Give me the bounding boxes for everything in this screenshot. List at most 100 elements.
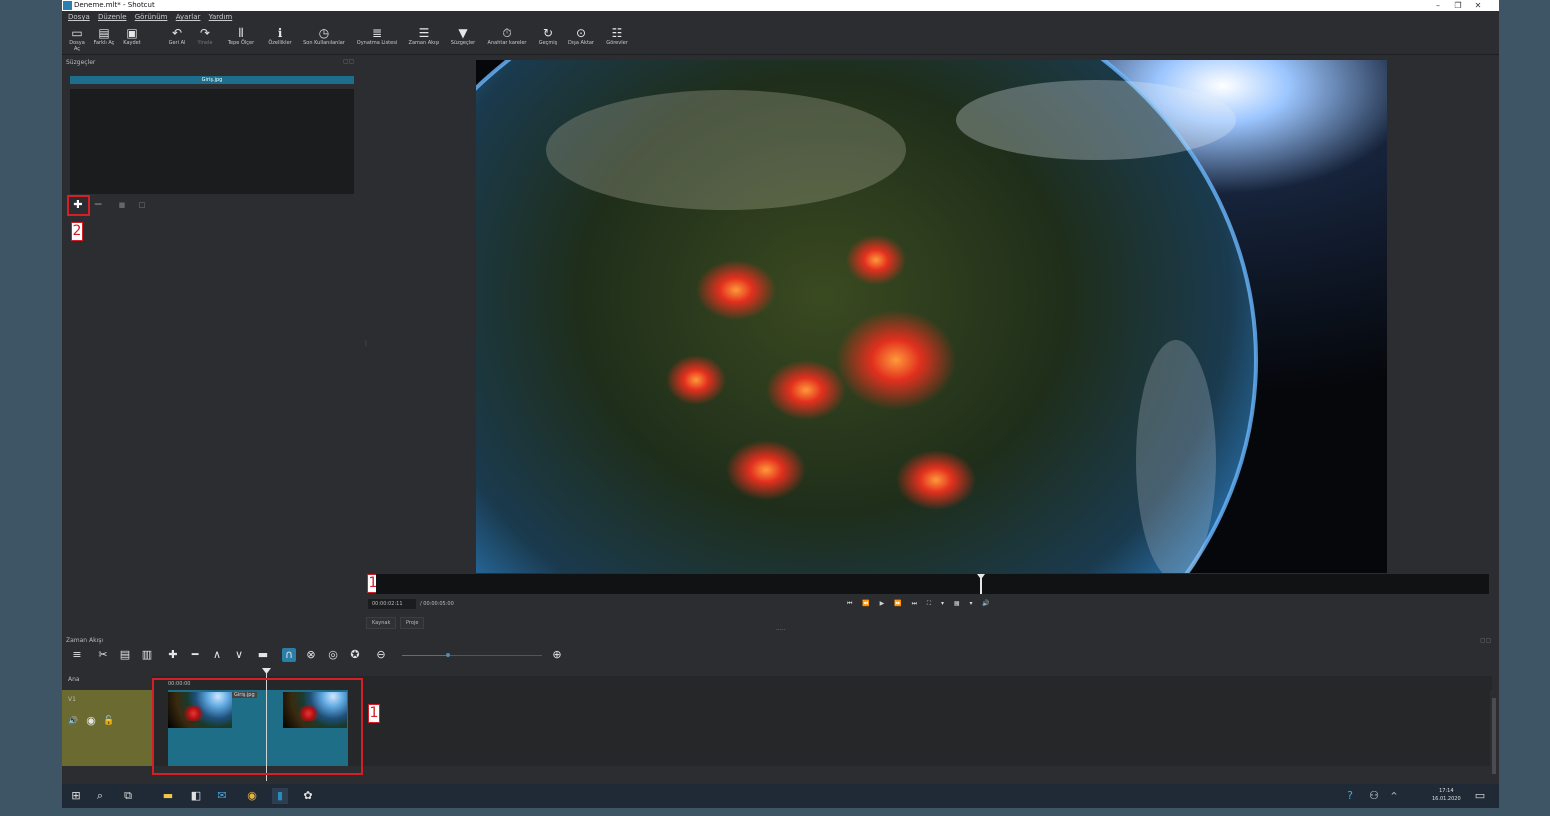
task-view-icon[interactable]: ⧉ [120,788,136,804]
zoom-slider[interactable] [402,655,542,656]
people-icon[interactable]: ⚇ [1366,788,1382,804]
remove-filter-button[interactable]: ━ [90,198,106,212]
peak-meter-button[interactable]: ⫴ Tepe Ölçer [225,26,257,46]
open-other-button[interactable]: ▤ Farklı Aç [92,26,116,46]
player-scrub-bar[interactable] [376,574,1489,594]
clock-date: 16.01.2020 [1432,796,1461,802]
jobs-button[interactable]: ☷ Görevler [602,26,632,46]
toolbar-label: Yinele [197,40,213,46]
player-playhead-icon[interactable] [977,574,985,594]
timeline-playhead-icon[interactable] [262,668,271,675]
history-button[interactable]: ↻ Geçmiş [536,26,560,46]
append-icon[interactable]: ✚ [166,648,180,662]
master-track-label: Ana [68,676,80,683]
app-icon[interactable]: ✿ [300,788,316,804]
menu-bar: Dosya Düzenle Görünüm Ayarlar Yardım [62,11,1499,23]
panel-float-icon[interactable]: ▢▢ [1480,637,1491,644]
ripple-all-icon[interactable]: ✪ [348,648,362,662]
copy-filter-button[interactable]: ▪ [114,198,130,212]
tab-source[interactable]: Kaynak [366,617,397,629]
hide-icon[interactable]: ◉ [84,714,98,728]
toolbar-label: Geri Al [168,40,186,46]
zoom-in-icon[interactable]: ⊕ [550,648,564,662]
cut-icon[interactable]: ✂ [96,648,110,662]
transport-controls[interactable]: ⏮ ⏪ ▶ ⏩ ⏭ ⛶ ▾ ▦ ▾ 🔊 [847,599,994,609]
open-file-button[interactable]: ▭ Dosya Aç [66,26,88,52]
paste-icon[interactable]: ▥ [140,648,154,662]
recent-button[interactable]: ◷ Son Kullanılanlar [300,26,348,46]
undo-button[interactable]: ↶ Geri Al [166,26,188,46]
system-tray-icons[interactable]: ^ ▭ 🔈 [1386,788,1402,808]
filters-button[interactable]: ▼ Süzgeçler [449,26,477,46]
zoom-slider-handle[interactable] [446,653,450,657]
playlist-button[interactable]: ≣ Oynatma Listesi [354,26,400,46]
maximize-button[interactable]: ❐ [1451,0,1465,11]
toolbar-label: Oynatma Listesi [356,40,398,46]
menu-file[interactable]: Dosya [68,13,90,21]
splitter-handle-horizontal[interactable]: ····· [776,627,786,634]
minimize-button[interactable]: – [1431,0,1445,11]
toolbar-label: Anahtar kareler [487,40,527,46]
mute-icon[interactable]: 🔊 [66,714,80,728]
snap-icon[interactable]: ∩ [282,648,296,662]
toolbar-label: Farklı Aç [93,40,115,46]
file-explorer-icon[interactable]: ▬ [160,788,176,804]
track-header-v1[interactable]: V1 🔊 ◉ 🔓 [62,690,152,766]
tab-project[interactable]: Proje [400,617,425,629]
menu-help[interactable]: Yardım [209,13,233,21]
playlist-icon: ≣ [371,26,383,40]
toolbar-label: Dışa Aktar [568,40,594,46]
ripple-icon[interactable]: ◎ [326,648,340,662]
properties-icon: ℹ [277,26,283,40]
redo-icon: ↷ [199,26,211,40]
ripple-delete-icon[interactable]: ━ [188,648,202,662]
history-icon: ↻ [542,26,554,40]
filters-panel-title: Süzgeçler [66,59,96,66]
lift-icon[interactable]: ∧ [210,648,224,662]
shotcut-taskbar-icon[interactable]: ▮ [272,788,288,804]
copy-icon[interactable]: ▤ [118,648,132,662]
open-other-icon: ▤ [98,26,110,40]
filter-list[interactable] [70,89,354,194]
save-icon: ▣ [126,26,138,40]
help-icon[interactable]: ? [1342,788,1358,804]
mail-icon[interactable]: ✉ [214,788,230,804]
keyframes-icon: ⏱ [502,26,512,40]
overwrite-icon[interactable]: ∨ [232,648,246,662]
export-button[interactable]: ⊙ Dışa Aktar [566,26,596,46]
main-toolbar: ▭ Dosya Aç ▤ Farklı Aç ▣ Kaydet ↶ Geri Al ↷ Y… [62,24,1499,55]
search-icon[interactable]: ⌕ [92,788,108,804]
panel-float-icon[interactable]: ▢▢ [343,58,354,65]
close-button[interactable]: ✕ [1471,0,1485,11]
windows-start-icon[interactable]: ⊞ [68,788,84,804]
properties-button[interactable]: ℹ Özellikler [265,26,295,46]
annotation-box-clip [152,678,363,775]
store-icon[interactable]: ◧ [188,788,204,804]
toolbar-label: Kaydet [123,40,141,46]
keyframes-button[interactable]: ⏱ Anahtar kareler [485,26,529,46]
redo-button[interactable]: ↷ Yinele [194,26,216,46]
undo-icon: ↶ [171,26,183,40]
annotation-label-1-timeline: 1 [368,704,380,723]
zoom-out-icon[interactable]: ⊖ [374,648,388,662]
menu-settings[interactable]: Ayarlar [176,13,201,21]
menu-view[interactable]: Görünüm [135,13,168,21]
filter-icon: ▼ [458,26,468,40]
timeline-menu-icon[interactable]: ≡ [70,648,84,662]
chrome-icon[interactable]: ◉ [244,788,260,804]
clock-time: 17:14 [1439,788,1454,794]
timecode-input[interactable]: 00:00:02:11 [368,599,416,609]
timeline-scrollbar[interactable] [1490,690,1498,782]
save-button[interactable]: ▣ Kaydet [120,26,144,46]
notification-icon[interactable]: ▭ [1472,788,1488,804]
taskbar-clock[interactable]: 17:14 16.01.2020 [1432,787,1461,803]
menu-edit[interactable]: Düzenle [98,13,127,21]
scrub-drag-icon[interactable]: ⊗ [304,648,318,662]
deselect-filter-button[interactable]: ▫ [134,198,150,212]
splitter-handle[interactable]: ⋮ [363,340,369,347]
split-icon[interactable]: ▬ [256,648,270,662]
lock-icon[interactable]: 🔓 [102,714,116,728]
earth-image [476,60,1387,573]
export-icon: ⊙ [575,26,587,40]
timeline-button[interactable]: ☰ Zaman Akışı [406,26,442,46]
